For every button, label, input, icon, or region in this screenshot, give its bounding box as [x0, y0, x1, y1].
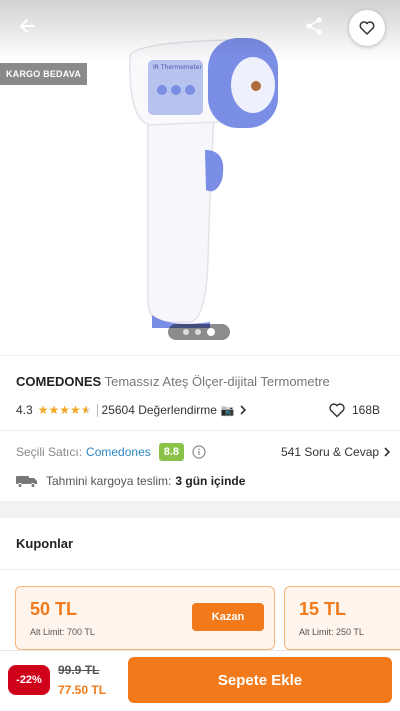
camera-icon: 📷 [220, 404, 235, 417]
divider [96, 403, 98, 417]
favorite-button[interactable] [349, 10, 385, 46]
likes-count-button[interactable]: 168B [328, 402, 380, 418]
old-price: 99.9 TL [58, 663, 100, 677]
current-price: 77.50 TL [58, 683, 107, 697]
discount-badge: -22% [8, 665, 50, 695]
truck-icon [16, 476, 37, 488]
back-arrow-icon [20, 19, 35, 33]
chevron-right-icon [384, 447, 391, 457]
seller-score-badge: 8.8 [158, 443, 185, 461]
likes-count: 168B [352, 403, 381, 417]
product-info: COMEDONES Temassız Ateş Ölçer-dijital Te… [0, 356, 400, 501]
seller-row: Seçili Satıcı: Comedones 8.8 [16, 441, 206, 463]
add-to-cart-button[interactable]: Sepete Ekle [128, 657, 392, 703]
rating-row[interactable]: 4.3 ★ ★ ★ ★ ★ 25604 Değerlendirme 📷 [16, 402, 247, 418]
section-divider [0, 569, 400, 570]
section-divider [0, 430, 400, 431]
star-icon: ★ [48, 403, 60, 417]
coupons-title: Kuponlar [16, 536, 74, 551]
coupon-limit: Alt Limit: 250 TL [299, 627, 364, 637]
product-image-gallery[interactable]: IR Thermometer KARGO BEDAVA [0, 0, 400, 355]
share-icon [306, 17, 322, 35]
seller-label: Seçili Satıcı: [16, 445, 83, 459]
delivery-label: Tahmini kargoya teslim: [46, 474, 172, 488]
product-image [110, 30, 285, 335]
star-icon: ★ [59, 403, 70, 417]
heart-icon [329, 403, 345, 418]
star-half-icon: ★ [80, 403, 92, 417]
info-icon[interactable] [192, 445, 206, 459]
gallery-pagination[interactable] [168, 324, 230, 340]
top-shade [0, 0, 400, 60]
qa-label: 541 Soru & Cevap [281, 445, 380, 459]
product-name: Temassız Ateş Ölçer-dijital Termometre [104, 374, 330, 389]
pagination-dot[interactable] [183, 329, 189, 335]
pagination-dot[interactable] [195, 329, 201, 335]
coupon-card[interactable]: 50 TL Alt Limit: 700 TL Kazan [15, 586, 275, 650]
star-icon: ★ [69, 403, 81, 417]
pagination-dot-active[interactable] [207, 328, 215, 336]
coupon-amount: 50 TL [30, 599, 78, 619]
coupon-amount: 15 TL [299, 599, 347, 619]
claim-coupon-button[interactable]: Kazan [192, 603, 264, 631]
free-shipping-badge: KARGO BEDAVA [0, 63, 87, 85]
coupons-section: Kuponlar 50 TL Alt Limit: 700 TL Kazan 1… [0, 518, 400, 658]
rating-value: 4.3 [16, 403, 33, 417]
qa-link[interactable]: 541 Soru & Cevap [281, 445, 391, 459]
delivery-estimate: Tahmini kargoya teslim: 3 gün içinde [16, 472, 245, 490]
back-button[interactable] [14, 12, 42, 40]
star-rating: ★ ★ ★ ★ ★ [38, 404, 92, 416]
device-label: IR Thermometer [153, 64, 202, 71]
seller-link[interactable]: Comedones [86, 445, 151, 459]
star-icon: ★ [37, 403, 49, 417]
review-count[interactable]: 25604 Değerlendirme [102, 403, 217, 417]
share-button[interactable] [300, 12, 328, 40]
coupon-limit: Alt Limit: 700 TL [30, 627, 95, 637]
brand-name[interactable]: COMEDONES [16, 374, 101, 389]
delivery-value: 3 gün içinde [175, 474, 246, 488]
coupon-card[interactable]: 15 TL Alt Limit: 250 TL [284, 586, 400, 650]
heart-icon [359, 21, 375, 35]
bottom-action-bar: -22% 99.9 TL 77.50 TL Sepete Ekle [0, 650, 400, 711]
product-title: COMEDONES Temassız Ateş Ölçer-dijital Te… [16, 374, 330, 389]
chevron-right-icon [240, 405, 246, 415]
